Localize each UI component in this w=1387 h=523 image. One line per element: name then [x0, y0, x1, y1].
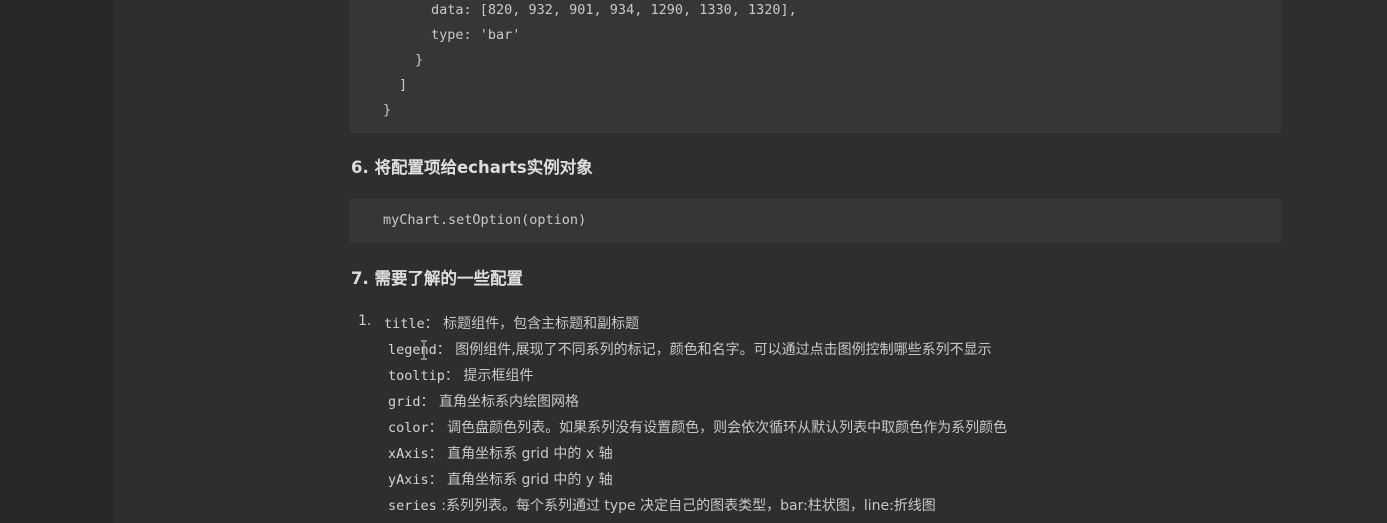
config-item-series: series :系列列表。每个系列通过 type 决定自己的图表类型，bar:柱…	[388, 495, 936, 515]
config-key: xAxis	[388, 446, 429, 462]
config-desc: ： 标题组件，包含主标题和副标题	[424, 316, 640, 332]
config-desc: ： 直角坐标系内绘图网格	[420, 394, 579, 410]
config-item-color: color： 调色盘颜色列表。如果系列没有设置颜色，则会依次循环从默认列表中取颜…	[388, 417, 1007, 437]
code-line: myChart.setOption(option)	[383, 212, 587, 228]
config-desc: ： 直角坐标系 grid 中的 y 轴	[428, 472, 613, 488]
config-desc: ： 调色盘颜色列表。如果系列没有设置颜色，则会依次循环从默认列表中取颜色作为系列…	[428, 420, 1008, 436]
config-item-legend: legend： 图例组件,展现了不同系列的标记，颜色和名字。可以通过点击图例控制…	[388, 339, 992, 359]
config-item-yaxis: yAxis： 直角坐标系 grid 中的 y 轴	[388, 469, 613, 489]
list-number: 1.	[358, 313, 372, 329]
config-item-title: title： 标题组件，包含主标题和副标题	[384, 313, 639, 333]
code-line: }	[415, 52, 424, 68]
config-desc: ： 提示框组件	[444, 368, 534, 384]
text-cursor-icon	[421, 340, 427, 360]
config-desc: ： 直角坐标系 grid 中的 x 轴	[428, 446, 613, 462]
left-margin	[0, 0, 113, 523]
code-line: ]	[399, 77, 408, 93]
config-key: tooltip	[388, 368, 445, 384]
code-line: type: 'bar'	[431, 27, 521, 43]
config-key: yAxis	[388, 472, 429, 488]
config-key: grid	[388, 394, 421, 410]
config-key: legend	[388, 342, 437, 358]
config-desc: :系列列表。每个系列通过 type 决定自己的图表类型，bar:柱状图，line…	[436, 498, 936, 514]
config-desc: ： 图例组件,展现了不同系列的标记，颜色和名字。可以通过点击图例控制哪些系列不显…	[436, 342, 992, 358]
config-key: color	[388, 420, 429, 436]
config-key: series	[388, 498, 437, 514]
code-block-setoption: myChart.setOption(option)	[350, 199, 1281, 243]
section-heading-7: 7. 需要了解的一些配置	[351, 269, 523, 288]
code-block-option: data: [820, 932, 901, 934, 1290, 1330, 1…	[350, 0, 1281, 133]
config-item-grid: grid： 直角坐标系内绘图网格	[388, 391, 579, 411]
config-item-tooltip: tooltip： 提示框组件	[388, 365, 533, 385]
config-item-xaxis: xAxis： 直角坐标系 grid 中的 x 轴	[388, 443, 613, 463]
code-line: }	[383, 102, 392, 118]
section-heading-6: 6. 将配置项给echarts实例对象	[351, 158, 593, 177]
config-key: title	[384, 316, 425, 332]
code-line: data: [820, 932, 901, 934, 1290, 1330, 1…	[431, 2, 797, 18]
